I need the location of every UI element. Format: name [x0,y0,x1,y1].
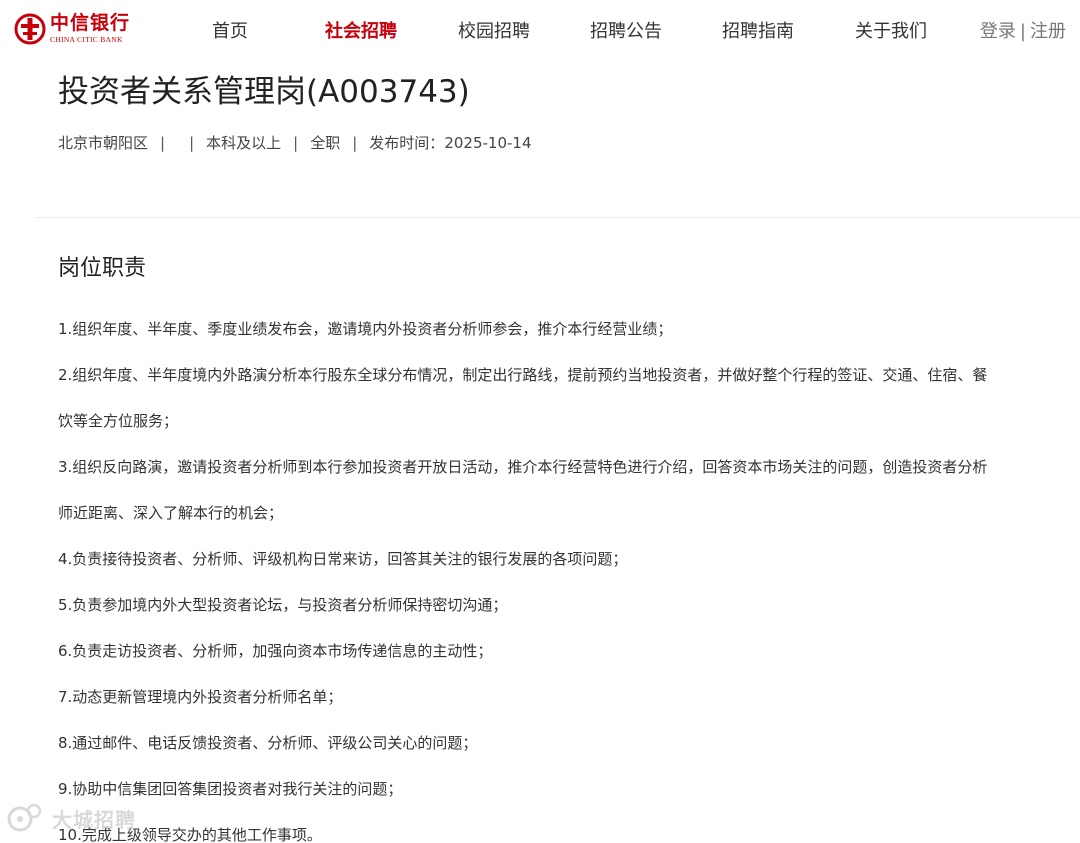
responsibilities-title: 岗位职责 [58,256,147,281]
job-detail-page: 中信银行 CHINA CITIC BANK 首页 社会招聘 校园招聘 招聘公告 … [0,0,1080,843]
publish-label: 发布时间： [369,134,445,152]
list-item: 4.负责接待投资者、分析师、评级机构日常来访，回答其关注的银行发展的各项问题； [58,550,628,568]
nav-guide[interactable]: 招聘指南 [722,17,794,43]
responsibilities-list: 1.组织年度、半年度、季度业绩发布会，邀请境内外投资者分析师参会，推介本行经营业… [58,306,1058,843]
job-meta: 北京市朝阳区 | | 本科及以上 | 全职 | 发布时间：2025-10-14 [58,132,532,153]
list-item: 1.组织年度、半年度、季度业绩发布会，邀请境内外投资者分析师参会，推介本行经营业… [58,320,673,338]
job-type: 全职 [310,134,341,152]
list-item: 8.通过邮件、电话反馈投资者、分析师、评级公司关心的问题； [58,734,478,752]
list-item: 饮等全方位服务； [58,412,179,430]
list-item: 6.负责走访投资者、分析师，加强向资本市场传递信息的主动性； [58,642,493,660]
nav-about-us[interactable]: 关于我们 [855,17,927,43]
meta-separator: | [189,134,195,152]
nav-social-recruitment[interactable]: 社会招聘 [325,17,397,43]
list-item: 2.组织年度、半年度境内外路演分析本行股东全球分布情况，制定出行路线，提前预约当… [58,366,988,384]
auth-separator: | [1019,21,1026,42]
job-location: 北京市朝阳区 [58,134,149,152]
list-item: 9.协助中信集团回答集团投资者对我行关注的问题； [58,780,403,798]
nav-home[interactable]: 首页 [212,17,248,43]
list-item: 3.组织反向路演，邀请投资者分析师到本行参加投资者开放日活动，推介本行经营特色进… [58,458,988,476]
publish-date: 2025-10-14 [444,134,532,152]
nav-announcements[interactable]: 招聘公告 [590,17,662,43]
meta-separator: | [352,134,358,152]
job-title: 投资者关系管理岗(A003743) [58,74,470,110]
list-item: 5.负责参加境内外大型投资者论坛，与投资者分析师保持密切沟通； [58,596,508,614]
main-nav: 首页 社会招聘 校园招聘 招聘公告 招聘指南 关于我们 [0,0,1080,58]
meta-separator: | [293,134,299,152]
site-header: 中信银行 CHINA CITIC BANK 首页 社会招聘 校园招聘 招聘公告 … [0,0,1080,58]
auth-links: 登录 | 注册 [980,17,1066,43]
watermark-logo-icon [7,803,42,832]
section-divider [36,217,1080,218]
list-item: 师近距离、深入了解本行的机会； [58,504,284,522]
register-link[interactable]: 注册 [1030,21,1066,42]
meta-separator: | [160,134,166,152]
nav-campus-recruitment[interactable]: 校园招聘 [458,17,530,43]
login-link[interactable]: 登录 [980,21,1016,42]
job-education: 本科及以上 [206,134,282,152]
list-item: 10.完成上级领导交办的其他工作事项。 [58,826,322,843]
list-item: 7.动态更新管理境内外投资者分析师名单； [58,688,343,706]
